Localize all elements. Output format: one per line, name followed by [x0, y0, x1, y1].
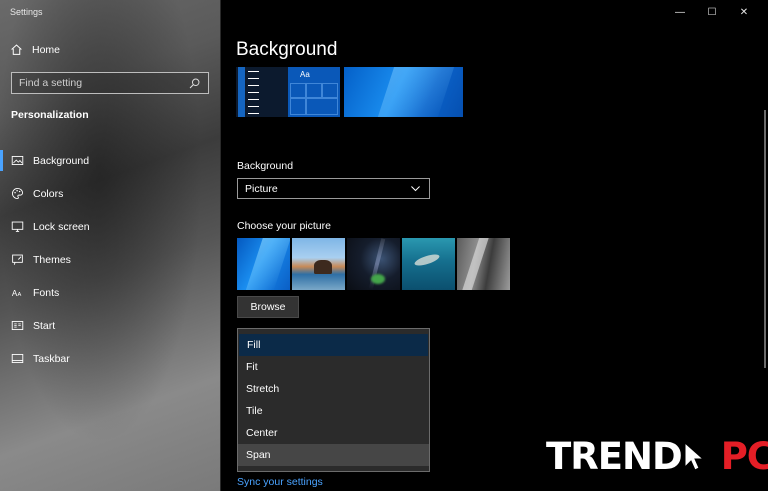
sync-settings-link[interactable]: Sync your settings — [237, 476, 323, 488]
preview-tiles: Aa — [288, 67, 340, 117]
sidebar-item-themes[interactable]: Themes — [0, 243, 220, 276]
sidebar-item-label: Colors — [33, 187, 64, 200]
cursor-arrow-icon — [684, 441, 705, 471]
svg-text:A: A — [18, 292, 22, 298]
browse-button[interactable]: Browse — [237, 296, 299, 318]
themes-icon — [11, 253, 24, 266]
fit-option-tile[interactable]: Tile — [238, 400, 429, 422]
sidebar-item-taskbar[interactable]: Taskbar — [0, 342, 220, 375]
sidebar-item-label: Taskbar — [33, 352, 70, 365]
sidebar-item-background[interactable]: Background — [0, 144, 220, 177]
maximize-button[interactable]: ☐ — [696, 3, 728, 21]
start-icon — [11, 319, 24, 332]
sidebar-item-label: Fonts — [33, 286, 60, 299]
sidebar: Settings Home Personalization Background… — [0, 0, 221, 491]
sidebar-item-fonts[interactable]: AA Fonts — [0, 276, 220, 309]
preview-start-menu — [236, 67, 288, 117]
fonts-icon: AA — [11, 286, 24, 299]
main-panel: — ☐ ✕ Background Aa Background Picture C… — [222, 0, 768, 491]
background-type-value: Picture — [245, 182, 278, 195]
home-label: Home — [32, 43, 61, 56]
fit-option-center[interactable]: Center — [238, 422, 429, 444]
taskbar-icon — [11, 352, 24, 365]
image-icon — [11, 154, 24, 167]
picture-thumbnail[interactable] — [402, 238, 455, 290]
minimize-button[interactable]: — — [664, 3, 696, 21]
search-icon[interactable] — [188, 77, 201, 90]
sidebar-item-label: Background — [33, 154, 90, 167]
picture-thumbnail[interactable] — [457, 238, 510, 290]
scrollbar[interactable] — [764, 110, 766, 368]
window-controls: — ☐ ✕ — [664, 3, 760, 21]
choose-picture-label: Choose your picture — [237, 220, 331, 232]
close-button[interactable]: ✕ — [728, 3, 760, 21]
home-icon — [10, 43, 23, 56]
palette-icon — [11, 187, 24, 200]
background-label: Background — [237, 160, 294, 172]
sidebar-item-label: Start — [33, 319, 56, 332]
picture-thumbnail[interactable] — [347, 238, 400, 290]
picture-thumbnail[interactable] — [292, 238, 345, 290]
watermark-trend-text: TREND — [546, 434, 683, 478]
sidebar-item-lock-screen[interactable]: Lock screen — [0, 210, 220, 243]
sidebar-item-start[interactable]: Start — [0, 309, 220, 342]
sidebar-nav: Background Colors Lock screen Themes AA … — [0, 144, 220, 375]
chevron-down-icon — [409, 182, 422, 195]
home-nav-item[interactable]: Home — [10, 43, 60, 56]
sidebar-item-label: Themes — [33, 253, 71, 266]
preview-tile-text: Aa — [300, 70, 310, 79]
watermark-logo: TREND PC — [546, 434, 768, 478]
search-box[interactable] — [11, 72, 209, 94]
fit-option-stretch[interactable]: Stretch — [238, 378, 429, 400]
background-preview: Aa — [236, 67, 463, 117]
background-type-select[interactable]: Picture — [237, 178, 430, 199]
fit-option-fill[interactable]: Fill — [239, 334, 428, 356]
picture-thumbnails — [237, 238, 510, 290]
page-title: Background — [236, 39, 338, 60]
lock-screen-icon — [11, 220, 24, 233]
watermark-pc-text: PC — [720, 434, 768, 478]
section-title: Personalization — [11, 109, 89, 121]
picture-thumbnail[interactable] — [237, 238, 290, 290]
window-title: Settings — [10, 7, 43, 17]
sidebar-item-colors[interactable]: Colors — [0, 177, 220, 210]
search-input[interactable] — [19, 77, 179, 89]
preview-desktop — [344, 67, 463, 117]
sidebar-item-label: Lock screen — [33, 220, 90, 233]
fit-option-fit[interactable]: Fit — [238, 356, 429, 378]
fit-dropdown-list: Fill Fit Stretch Tile Center Span — [237, 328, 430, 472]
fit-option-span[interactable]: Span — [238, 444, 429, 466]
